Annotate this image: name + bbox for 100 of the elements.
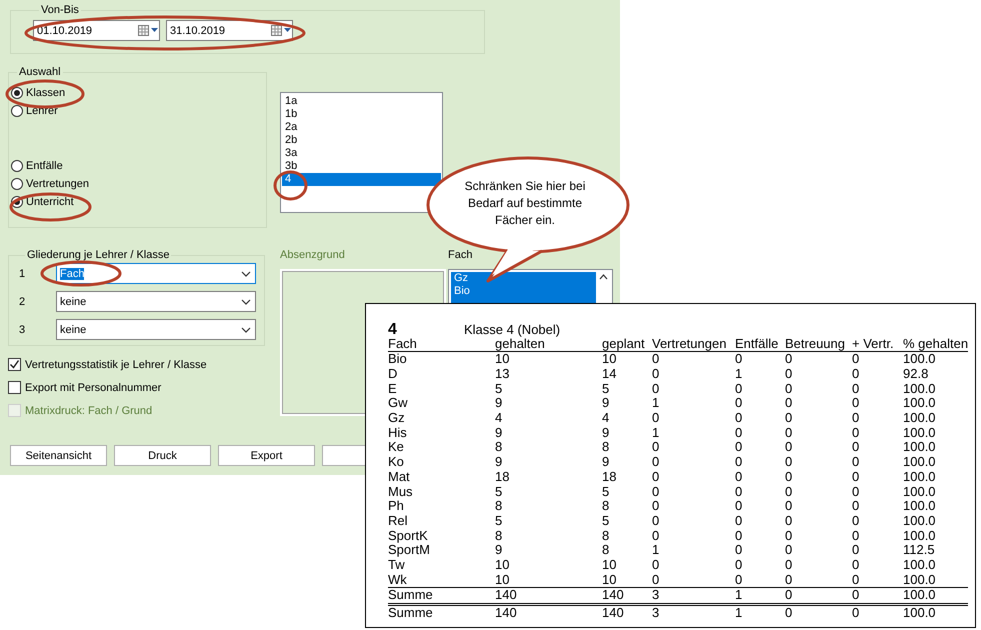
table-cell-text: 0 [852,542,860,558]
radio-label: Vertretungen [26,178,89,190]
table-cell-text: 18 [602,470,618,484]
table-cell-text: 9 [495,454,504,470]
table-cell-text: Ke [388,440,405,455]
table-cell-text: 100.0 [903,381,937,396]
table-cell-text: 0 [652,410,660,426]
table-cell-text: 0 [785,470,794,484]
table-cell-text: 0 [652,514,660,528]
total-cell: 140 [495,604,602,620]
total-cell: 140 [602,604,652,620]
report-class: 4 [388,321,398,338]
table-cell-text: 0 [652,558,660,572]
total-cell: 100.0 [903,588,968,604]
field-label: Fach [448,249,474,263]
table-cell-text: 5 [495,484,504,499]
table-cell-text: 0 [852,381,860,396]
table-cell-text: 9 [602,454,610,470]
table-cell-text: 0 [735,498,744,514]
table-cell-text: 0 [852,410,860,426]
table-cell-text: 0 [852,366,860,382]
table-cell-text: 4 [602,410,610,426]
table-cell: 4 [495,410,602,426]
table-cell-text: 0 [785,440,794,455]
table-cell-text: 0 [652,528,660,543]
table-cell: 0 [652,352,735,367]
column-header: Entfälle [735,337,785,352]
table-cell-text: 100.0 [903,484,937,499]
table-cell-text: 8 [602,542,610,558]
column-header: % gehalten [903,337,968,352]
column-header: Betreuung [785,337,852,352]
level-number: 2 [19,296,26,308]
table-cell-text: 0 [852,528,860,543]
table-cell-text: 0 [785,484,794,499]
table-cell: 0 [735,352,785,367]
table-cell-text: 100.0 [903,410,937,426]
total-cell: 0 [785,588,852,604]
table-cell-text: 0 [785,425,794,440]
table-cell: 0 [852,572,903,588]
table-cell-text: 0 [785,381,794,396]
table-cell-text: 8 [495,498,504,514]
total-cell: Summe [388,588,495,604]
total-cell: Summe [388,604,495,620]
table-cell-text: 0 [735,381,744,396]
table-cell-text: SportK [388,528,429,543]
table-cell-text: 1 [652,396,660,411]
table-cell: Bio [388,352,495,367]
table-cell-text: 0 [785,528,794,543]
table-cell-text: 0 [852,498,860,514]
table-cell: 100.0 [903,572,968,588]
table-cell: Gz [388,410,495,426]
table-cell-text: 0 [652,484,660,499]
total-cell: 3 [652,588,735,604]
total-cell: 1 [735,588,785,604]
table-cell-text: 0 [852,396,860,411]
table-cell-text: 9 [602,425,610,440]
table-cell-text: 0 [735,410,744,426]
table-cell-text: 1 [652,425,660,440]
radio-label: Unterricht [26,196,74,208]
table-cell-text: 112.5 [903,542,936,558]
table-cell-text: 8 [602,528,610,543]
table-cell: 0 [652,572,735,588]
table-cell: Wk [388,572,495,588]
table-cell-text: 0 [735,396,744,411]
report-title: Klasse 4 (Nobel) [464,322,560,337]
table-cell-text: 14 [602,366,618,382]
total-cell: 140 [495,588,602,604]
table-cell-text: 0 [852,484,860,499]
table-cell-text: 8 [495,528,504,543]
table-cell-text: 0 [652,498,660,514]
table-cell-text: 0 [735,514,744,528]
table-cell-text: E [388,381,398,396]
table-cell: 10 [602,352,652,367]
table-cell-text: 8 [602,440,610,455]
table-cell-text: 100.0 [903,454,937,470]
table-cell-text: 0 [652,454,660,470]
group-label: Auswahl [18,66,62,78]
checkbox-label: Export mit Personalnummer [25,382,162,394]
table-cell-text: 9 [495,396,504,411]
table-cell-text: 100.0 [903,440,937,455]
table-cell-text: 0 [785,454,794,470]
table-cell-text: 0 [785,514,794,528]
table-cell-text: His [388,425,408,440]
table-cell-text: 0 [652,366,660,382]
table-cell-text: 0 [735,440,744,455]
radio-label: Klassen [26,87,66,99]
table-cell-text: 1 [652,542,660,558]
table-cell-text: 5 [602,381,610,396]
table-cell-text: 0 [785,558,794,572]
radio-label: Entfälle [26,160,63,172]
table-cell-text: 8 [495,440,504,455]
table-cell-text: Mat [388,470,411,484]
level-number: 1 [19,268,26,280]
table-cell-text: Ph [388,498,405,514]
table-cell-text: 0 [735,470,744,484]
table-cell-text: 0 [735,558,744,572]
table-cell: 10 [495,572,602,588]
table-cell-text: 100.0 [903,514,937,528]
table-cell-text: 10 [495,558,510,572]
checkbox-label: Vertretungsstatistik je Lehrer / Klasse [25,358,207,370]
